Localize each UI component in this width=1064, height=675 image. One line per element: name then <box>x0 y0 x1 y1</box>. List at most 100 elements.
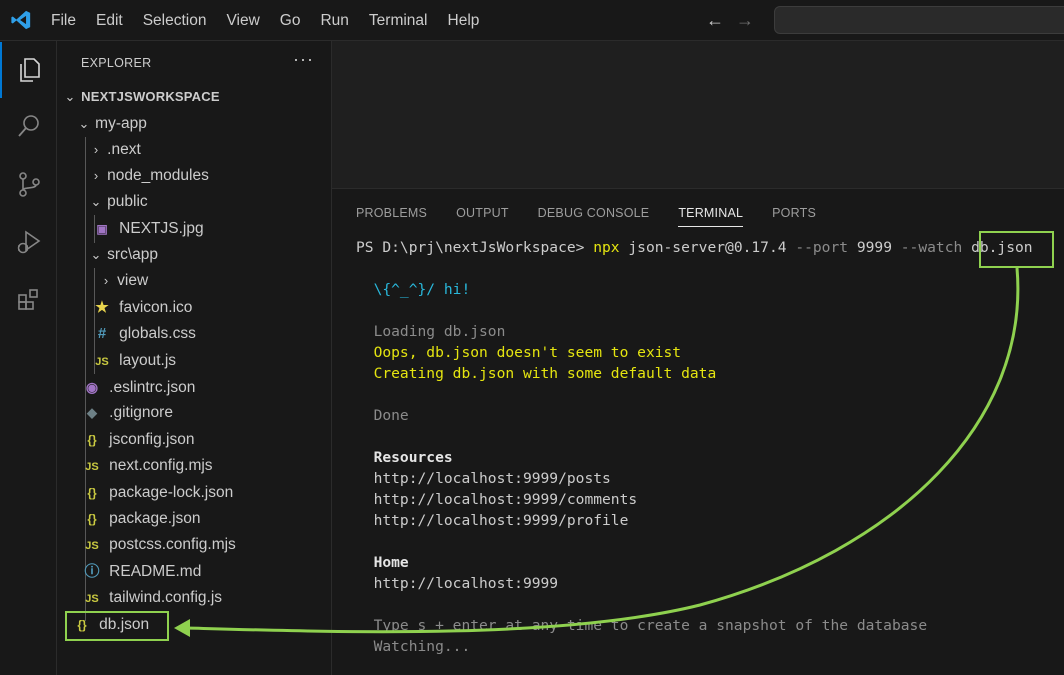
explorer-activity-button[interactable] <box>0 42 57 98</box>
terminal-output[interactable]: PS D:\prj\nextJsWorkspace> npx json-serv… <box>356 237 1033 657</box>
menu-go[interactable]: Go <box>269 12 310 30</box>
terminal-watching: Watching... <box>373 638 471 655</box>
terminal-resource-url[interactable]: http://localhost:9999/profile <box>374 512 629 529</box>
terminal-flag-port: --port <box>795 239 849 256</box>
file-favicon[interactable]: ★ favicon.ico <box>93 295 367 321</box>
json-icon: {} <box>87 512 97 526</box>
file-nextjs-jpg[interactable]: ▣ NEXTJS.jpg <box>93 216 367 242</box>
terminal-port: 9999 <box>848 239 901 256</box>
search-activity-button[interactable] <box>0 98 57 154</box>
file-label: next.config.mjs <box>109 457 213 474</box>
chevron-right-icon: › <box>93 168 99 183</box>
terminal-loading: Loading db.json <box>373 323 506 340</box>
file-package-lock[interactable]: {} package-lock.json <box>83 480 357 506</box>
file-label: favicon.ico <box>119 299 193 316</box>
file-readme[interactable]: ⓘ README.md <box>83 559 357 585</box>
menu-help[interactable]: Help <box>437 12 489 30</box>
menu-view[interactable]: View <box>215 12 268 30</box>
file-label: postcss.config.mjs <box>109 536 236 553</box>
folder-label: public <box>107 193 148 210</box>
terminal-home-url[interactable]: http://localhost:9999 <box>374 575 559 592</box>
highlight-box-explorer-db-json <box>65 611 169 641</box>
file-layout-js[interactable]: JS layout.js <box>93 348 367 374</box>
js-icon: JS <box>85 540 99 552</box>
chevron-down-icon: ⌄ <box>78 116 90 131</box>
file-label: globals.css <box>119 325 196 342</box>
terminal-oops: Oops, db.json doesn't seem to exist <box>373 344 682 361</box>
run-debug-activity-button[interactable] <box>0 214 57 270</box>
terminal-snapshot-hint: Type s + enter at any time to create a s… <box>373 617 928 634</box>
editor-area[interactable] <box>332 41 1064 189</box>
json-icon: {} <box>87 433 97 447</box>
file-label: NEXTJS.jpg <box>119 220 204 237</box>
terminal-creating: Creating db.json with some default data <box>373 365 717 382</box>
terminal-prompt: PS D:\prj\nextJsWorkspace> <box>356 239 594 256</box>
terminal-home-title: Home <box>373 554 409 571</box>
menu-selection[interactable]: Selection <box>132 12 216 30</box>
terminal-resource-url[interactable]: http://localhost:9999/comments <box>374 491 638 508</box>
folder-label: my-app <box>95 115 147 132</box>
command-center-search[interactable] <box>774 6 1064 34</box>
vscode-logo-icon <box>11 10 31 30</box>
explorer-sidebar: EXPLORER ··· ⌄ NEXTJSWORKSPACE ⌄ my-app … <box>57 41 332 675</box>
file-label: tailwind.config.js <box>109 589 223 606</box>
back-arrow-icon[interactable]: ← <box>706 10 724 30</box>
bottom-panel: PROBLEMS OUTPUT DEBUG CONSOLE TERMINAL P… <box>332 189 1064 675</box>
folder-next[interactable]: › .next <box>89 137 363 163</box>
tab-ports[interactable]: PORTS <box>772 206 816 227</box>
more-actions-icon[interactable]: ··· <box>293 49 314 70</box>
navigation-arrows: ← → <box>706 10 754 30</box>
tab-terminal[interactable]: TERMINAL <box>678 206 744 227</box>
chevron-right-icon: › <box>93 142 99 157</box>
file-package-json[interactable]: {} package.json <box>83 506 357 532</box>
folder-src-app[interactable]: ⌄ src\app <box>89 242 363 268</box>
menu-file[interactable]: File <box>40 12 85 30</box>
file-globals-css[interactable]: # globals.css <box>93 321 367 347</box>
tab-problems[interactable]: PROBLEMS <box>356 206 427 227</box>
terminal-resources-title: Resources <box>373 449 453 466</box>
chevron-down-icon: ⌄ <box>90 247 102 262</box>
gitignore-icon: ◆ <box>87 405 97 420</box>
star-icon: ★ <box>95 299 109 316</box>
source-control-activity-button[interactable] <box>0 156 57 212</box>
file-label: package-lock.json <box>109 484 234 501</box>
menu-run[interactable]: Run <box>309 12 357 30</box>
info-icon: ⓘ <box>84 563 100 580</box>
terminal-hi: \{^_^}/ hi! <box>373 281 471 298</box>
folder-public[interactable]: ⌄ public <box>89 189 363 215</box>
tab-debug-console[interactable]: DEBUG CONSOLE <box>538 206 650 227</box>
extensions-activity-button[interactable] <box>0 272 57 328</box>
folder-node-modules[interactable]: › node_modules <box>89 163 363 189</box>
highlight-box-terminal-db-json <box>979 231 1054 268</box>
tab-output[interactable]: OUTPUT <box>456 206 509 227</box>
file-label: jsconfig.json <box>109 431 195 448</box>
activity-bar <box>0 41 57 675</box>
js-icon: JS <box>85 593 99 605</box>
folder-label: src\app <box>107 246 159 263</box>
forward-arrow-icon[interactable]: → <box>736 10 754 30</box>
hash-icon: # <box>97 325 107 342</box>
workspace-root[interactable]: ⌄ NEXTJSWORKSPACE <box>63 84 337 110</box>
file-tailwind-config[interactable]: JS tailwind.config.js <box>83 585 357 611</box>
panel-tabs: PROBLEMS OUTPUT DEBUG CONSOLE TERMINAL P… <box>356 206 816 227</box>
folder-my-app[interactable]: ⌄ my-app <box>77 111 351 137</box>
file-postcss-config[interactable]: JS postcss.config.mjs <box>83 532 357 558</box>
file-label: README.md <box>109 563 202 580</box>
source-control-icon <box>18 172 40 197</box>
extensions-icon <box>17 289 38 310</box>
js-icon: JS <box>95 356 109 368</box>
explorer-title: EXPLORER <box>81 56 152 70</box>
file-gitignore[interactable]: ◆ .gitignore <box>83 400 357 426</box>
terminal-done: Done <box>373 407 409 424</box>
search-icon <box>17 115 39 137</box>
file-eslintrc[interactable]: ◉ .eslintrc.json <box>83 374 357 400</box>
terminal-resource-url[interactable]: http://localhost:9999/posts <box>374 470 611 487</box>
file-label: layout.js <box>119 352 177 369</box>
menu-terminal[interactable]: Terminal <box>358 12 437 30</box>
js-icon: JS <box>85 461 99 473</box>
folder-label: node_modules <box>107 167 209 184</box>
file-next-config[interactable]: JS next.config.mjs <box>83 453 357 479</box>
menu-edit[interactable]: Edit <box>85 12 132 30</box>
chevron-down-icon: ⌄ <box>64 89 76 104</box>
file-jsconfig[interactable]: {} jsconfig.json <box>83 427 357 453</box>
